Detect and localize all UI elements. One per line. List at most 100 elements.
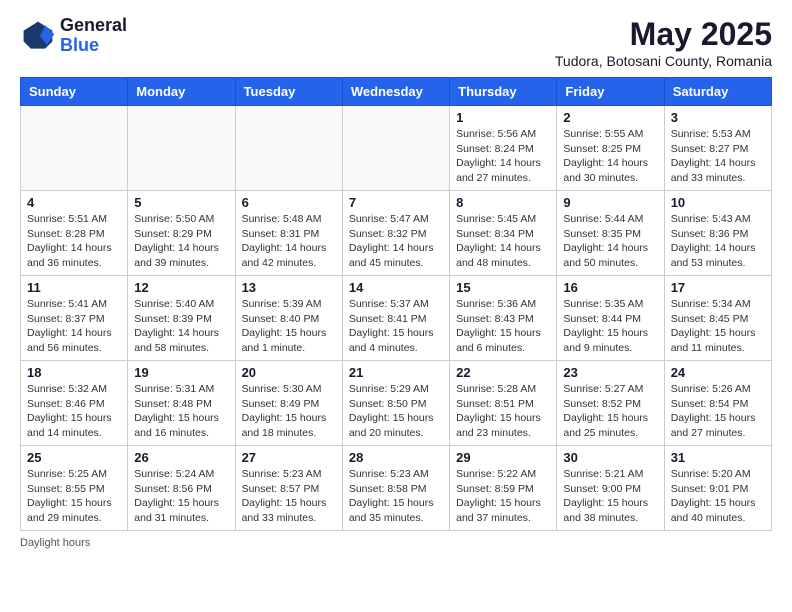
- calendar-cell: [21, 106, 128, 191]
- day-info: Sunrise: 5:28 AM Sunset: 8:51 PM Dayligh…: [456, 382, 550, 441]
- day-info: Sunrise: 5:45 AM Sunset: 8:34 PM Dayligh…: [456, 212, 550, 271]
- calendar-cell: 3Sunrise: 5:53 AM Sunset: 8:27 PM Daylig…: [664, 106, 771, 191]
- calendar-cell: 24 Sunrise: 5:26 AM Sunset: 8:54 PM Dayli…: [664, 361, 771, 446]
- footer: Daylight hours: [20, 537, 772, 549]
- calendar-cell: 20 Sunrise: 5:30 AM Sunset: 8:49 PM Dayli…: [235, 361, 342, 446]
- page: General Blue May 2025 Tudora, Botosani C…: [0, 0, 792, 565]
- calendar-cell: 6Sunrise: 5:48 AM Sunset: 8:31 PM Daylig…: [235, 191, 342, 276]
- day-info: Sunrise: 5:21 AM Sunset: 9:00 PM Dayligh…: [563, 467, 657, 526]
- day-number: 14: [349, 280, 443, 295]
- calendar-cell: 8 Sunrise: 5:45 AM Sunset: 8:34 PM Daylig…: [450, 191, 557, 276]
- day-info: Sunrise: 5:47 AM Sunset: 8:32 PM Dayligh…: [349, 212, 443, 271]
- weekday-header: Saturday: [664, 78, 771, 106]
- calendar-cell: 19Sunrise: 5:31 AM Sunset: 8:48 PM Dayli…: [128, 361, 235, 446]
- day-info: Sunrise: 5:51 AM Sunset: 8:28 PM Dayligh…: [27, 212, 121, 271]
- calendar-cell: 27Sunrise: 5:23 AM Sunset: 8:57 PM Dayli…: [235, 446, 342, 531]
- day-number: 9: [563, 195, 657, 210]
- weekday-header: Thursday: [450, 78, 557, 106]
- calendar-cell: 1 Sunrise: 5:56 AM Sunset: 8:24 PM Daylig…: [450, 106, 557, 191]
- day-info: Sunrise: 5:48 AM Sunset: 8:31 PM Dayligh…: [242, 212, 336, 271]
- location: Tudora, Botosani County, Romania: [555, 53, 772, 69]
- logo-blue-text: Blue: [60, 36, 127, 56]
- calendar-cell: 17 Sunrise: 5:34 AM Sunset: 8:45 PM Dayli…: [664, 276, 771, 361]
- day-info: Sunrise: 5:26 AM Sunset: 8:54 PM Dayligh…: [671, 382, 765, 441]
- calendar-cell: 22 Sunrise: 5:28 AM Sunset: 8:51 PM Dayli…: [450, 361, 557, 446]
- calendar-week-row: 18 Sunrise: 5:32 AM Sunset: 8:46 PM Dayli…: [21, 361, 772, 446]
- calendar-week-row: 1 Sunrise: 5:56 AM Sunset: 8:24 PM Daylig…: [21, 106, 772, 191]
- calendar: SundayMondayTuesdayWednesdayThursdayFrid…: [20, 77, 772, 531]
- day-info: Sunrise: 5:43 AM Sunset: 8:36 PM Dayligh…: [671, 212, 765, 271]
- day-number: 17: [671, 280, 765, 295]
- weekday-header: Wednesday: [342, 78, 449, 106]
- calendar-cell: 25 Sunrise: 5:25 AM Sunset: 8:55 PM Dayli…: [21, 446, 128, 531]
- month-title: May 2025: [555, 16, 772, 53]
- day-number: 2: [563, 110, 657, 125]
- weekday-header: Friday: [557, 78, 664, 106]
- calendar-cell: 21Sunrise: 5:29 AM Sunset: 8:50 PM Dayli…: [342, 361, 449, 446]
- calendar-cell: 31 Sunrise: 5:20 AM Sunset: 9:01 PM Dayli…: [664, 446, 771, 531]
- calendar-cell: 23Sunrise: 5:27 AM Sunset: 8:52 PM Dayli…: [557, 361, 664, 446]
- day-info: Sunrise: 5:40 AM Sunset: 8:39 PM Dayligh…: [134, 297, 228, 356]
- day-number: 7: [349, 195, 443, 210]
- calendar-cell: [235, 106, 342, 191]
- day-number: 23: [563, 365, 657, 380]
- calendar-cell: 28Sunrise: 5:23 AM Sunset: 8:58 PM Dayli…: [342, 446, 449, 531]
- calendar-cell: 5Sunrise: 5:50 AM Sunset: 8:29 PM Daylig…: [128, 191, 235, 276]
- day-info: Sunrise: 5:34 AM Sunset: 8:45 PM Dayligh…: [671, 297, 765, 356]
- calendar-cell: 18 Sunrise: 5:32 AM Sunset: 8:46 PM Dayli…: [21, 361, 128, 446]
- calendar-cell: 7 Sunrise: 5:47 AM Sunset: 8:32 PM Daylig…: [342, 191, 449, 276]
- calendar-cell: 30 Sunrise: 5:21 AM Sunset: 9:00 PM Dayli…: [557, 446, 664, 531]
- day-number: 27: [242, 450, 336, 465]
- day-info: Sunrise: 5:55 AM Sunset: 8:25 PM Dayligh…: [563, 127, 657, 186]
- day-number: 24: [671, 365, 765, 380]
- day-number: 20: [242, 365, 336, 380]
- calendar-cell: 12Sunrise: 5:40 AM Sunset: 8:39 PM Dayli…: [128, 276, 235, 361]
- logo-text: General Blue: [60, 16, 127, 56]
- day-info: Sunrise: 5:35 AM Sunset: 8:44 PM Dayligh…: [563, 297, 657, 356]
- calendar-cell: 15Sunrise: 5:36 AM Sunset: 8:43 PM Dayli…: [450, 276, 557, 361]
- day-number: 25: [27, 450, 121, 465]
- calendar-week-row: 25 Sunrise: 5:25 AM Sunset: 8:55 PM Dayli…: [21, 446, 772, 531]
- day-number: 13: [242, 280, 336, 295]
- day-info: Sunrise: 5:30 AM Sunset: 8:49 PM Dayligh…: [242, 382, 336, 441]
- logo-general-text: General: [60, 16, 127, 36]
- calendar-cell: [128, 106, 235, 191]
- day-info: Sunrise: 5:53 AM Sunset: 8:27 PM Dayligh…: [671, 127, 765, 186]
- day-info: Sunrise: 5:24 AM Sunset: 8:56 PM Dayligh…: [134, 467, 228, 526]
- calendar-cell: 4 Sunrise: 5:51 AM Sunset: 8:28 PM Daylig…: [21, 191, 128, 276]
- calendar-cell: 2 Sunrise: 5:55 AM Sunset: 8:25 PM Daylig…: [557, 106, 664, 191]
- calendar-cell: 11Sunrise: 5:41 AM Sunset: 8:37 PM Dayli…: [21, 276, 128, 361]
- weekday-header: Sunday: [21, 78, 128, 106]
- calendar-week-row: 4 Sunrise: 5:51 AM Sunset: 8:28 PM Daylig…: [21, 191, 772, 276]
- day-number: 18: [27, 365, 121, 380]
- day-number: 4: [27, 195, 121, 210]
- title-section: May 2025 Tudora, Botosani County, Romani…: [555, 16, 772, 69]
- day-info: Sunrise: 5:39 AM Sunset: 8:40 PM Dayligh…: [242, 297, 336, 356]
- day-info: Sunrise: 5:44 AM Sunset: 8:35 PM Dayligh…: [563, 212, 657, 271]
- day-info: Sunrise: 5:22 AM Sunset: 8:59 PM Dayligh…: [456, 467, 550, 526]
- logo: General Blue: [20, 16, 127, 56]
- day-number: 31: [671, 450, 765, 465]
- calendar-cell: 9 Sunrise: 5:44 AM Sunset: 8:35 PM Daylig…: [557, 191, 664, 276]
- day-number: 29: [456, 450, 550, 465]
- weekday-header-row: SundayMondayTuesdayWednesdayThursdayFrid…: [21, 78, 772, 106]
- calendar-cell: 16Sunrise: 5:35 AM Sunset: 8:44 PM Dayli…: [557, 276, 664, 361]
- day-number: 1: [456, 110, 550, 125]
- day-info: Sunrise: 5:25 AM Sunset: 8:55 PM Dayligh…: [27, 467, 121, 526]
- calendar-cell: 26Sunrise: 5:24 AM Sunset: 8:56 PM Dayli…: [128, 446, 235, 531]
- calendar-cell: 10Sunrise: 5:43 AM Sunset: 8:36 PM Dayli…: [664, 191, 771, 276]
- day-number: 11: [27, 280, 121, 295]
- day-number: 22: [456, 365, 550, 380]
- logo-icon: [20, 18, 56, 54]
- day-info: Sunrise: 5:56 AM Sunset: 8:24 PM Dayligh…: [456, 127, 550, 186]
- day-number: 30: [563, 450, 657, 465]
- header: General Blue May 2025 Tudora, Botosani C…: [20, 16, 772, 69]
- weekday-header: Tuesday: [235, 78, 342, 106]
- calendar-week-row: 11Sunrise: 5:41 AM Sunset: 8:37 PM Dayli…: [21, 276, 772, 361]
- day-info: Sunrise: 5:20 AM Sunset: 9:01 PM Dayligh…: [671, 467, 765, 526]
- day-info: Sunrise: 5:37 AM Sunset: 8:41 PM Dayligh…: [349, 297, 443, 356]
- day-number: 8: [456, 195, 550, 210]
- day-number: 19: [134, 365, 228, 380]
- day-info: Sunrise: 5:32 AM Sunset: 8:46 PM Dayligh…: [27, 382, 121, 441]
- day-info: Sunrise: 5:50 AM Sunset: 8:29 PM Dayligh…: [134, 212, 228, 271]
